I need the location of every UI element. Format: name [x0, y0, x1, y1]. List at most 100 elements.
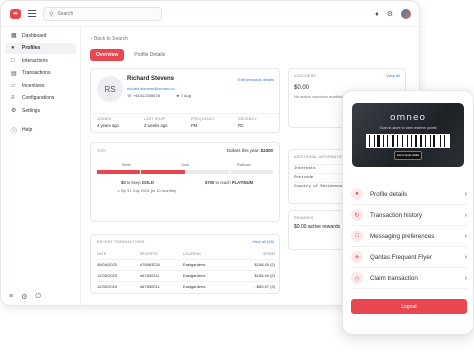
stat-label: Last shop [144, 117, 166, 121]
sidebar-item-interactions[interactable]: □ Interactions [5, 55, 76, 67]
user-avatar[interactable] [401, 9, 411, 19]
cell-location: Eastgardens [182, 269, 232, 282]
tab-overview[interactable]: Overview [90, 49, 125, 61]
cell-date: 12/30/2023 [97, 280, 140, 292]
menu-item-profile-details[interactable]: ● Profile details › [351, 184, 467, 205]
barcode-stripe [427, 135, 429, 147]
tier-goal-reach: $700 to reach PLATINUM [205, 180, 253, 185]
stat-value: PM [191, 123, 198, 128]
sidebar-item-incentives[interactable]: ▱ Incentives [5, 80, 76, 92]
menu-item-label: Qantas Frequent Flyer [370, 253, 432, 261]
gear-icon: ⚙ [11, 108, 17, 115]
profile-card: RS Richard Stevens richard.stevens@omneo… [90, 68, 280, 133]
search-icon: ⚲ [49, 11, 54, 18]
cell-spend: $158.40 (2) [231, 259, 275, 271]
cell-receipt: #67830311 [139, 269, 183, 282]
plane-icon: ✈ [351, 251, 363, 263]
table-row[interactable]: 12/30/2023 #67830311 Eastgardens $158.40… [97, 269, 275, 282]
back-label: Back to Search [94, 36, 128, 42]
barcode-stripe [370, 135, 373, 147]
stat-label: Recency [238, 117, 257, 121]
table-row[interactable]: 12/30/2023 #67830011 Eastgardens -$69.97… [97, 280, 275, 292]
stat-joined: Joined 4 years ago [91, 114, 138, 133]
gear-icon[interactable]: ⚙ [21, 293, 27, 301]
goal-amount: $0 [121, 180, 126, 185]
view-all-transactions-link[interactable]: View all (48) [252, 239, 274, 244]
view-all-vouchers-link[interactable]: View all [386, 73, 400, 78]
goal-level: GOLD [141, 180, 154, 185]
barcode-stripe [375, 135, 377, 147]
profile-email[interactable]: richard.stevens@omneo.io [127, 86, 175, 91]
stat-value: 2 weeks ago [144, 123, 168, 128]
profile-tabs: Overview Profile Details [90, 49, 171, 61]
menu-item-transaction-history[interactable]: ↻ Transaction history › [351, 205, 467, 226]
vouchers-label: Vouchers [294, 74, 316, 78]
omneo-logo[interactable]: ∞ [10, 9, 21, 19]
history-icon: ↻ [351, 209, 363, 221]
sidebar-item-transactions[interactable]: ▤ Transactions [5, 68, 76, 80]
barcode-stripe [413, 135, 415, 147]
sidebar-item-label: Settings [22, 107, 41, 114]
table-row[interactable]: 06/04/2023 #76683234 Eastgardens $158.40… [97, 259, 275, 271]
menu-item-claim-transaction[interactable]: ◇ Claim transaction › [351, 268, 467, 289]
recent-transactions-card: Recent transactions View all (48) Date R… [90, 234, 280, 294]
back-to-search-link[interactable]: ‹ Back to Search [91, 36, 128, 42]
tab-profile-details[interactable]: Profile Details [128, 49, 171, 61]
add-to-wallet-button[interactable]: Add to Apple Wallet [394, 151, 422, 160]
table-header-row: Date Receipts Location Spend [97, 252, 275, 260]
hamburger-menu-icon[interactable] [28, 10, 36, 17]
sidebar-footer: ≡ ⚙ ⏻ [9, 293, 41, 301]
search-input[interactable] [57, 11, 148, 17]
cell-receipt: #76683234 [139, 259, 183, 271]
barcode-stripe [377, 135, 380, 147]
sidebar-item-profiles[interactable]: ● Profiles [5, 42, 76, 54]
message-icon: □ [351, 230, 363, 242]
sidebar-item-dashboard[interactable]: ▦ Dashboard [5, 30, 76, 42]
barcode-stripe [380, 135, 382, 147]
sidebar-item-label: Profiles [22, 45, 41, 52]
barcode-stripe [419, 135, 423, 147]
tier-label: Tier [97, 149, 106, 153]
sliders-icon[interactable]: ≡ [9, 293, 13, 301]
barcode-stripe [423, 135, 425, 147]
sidebar-item-settings[interactable]: ⚙ Settings [5, 105, 76, 117]
menu-item-label: Transaction history [370, 211, 423, 219]
barcode-stripe [385, 135, 387, 147]
menu-item-label: Claim transaction [370, 274, 418, 282]
barcode-stripe [429, 135, 431, 147]
sliders-icon: ≡ [11, 95, 15, 102]
sidebar-spacer [5, 118, 76, 124]
barcode-stripe [403, 135, 407, 147]
gear-icon[interactable]: ⚙ [387, 11, 393, 18]
barcode-stripe [436, 135, 439, 147]
cell-date: 06/04/2023 [97, 259, 140, 271]
tier-level-platinum: Platinum [236, 163, 251, 167]
birthday-value: 7 Aug [180, 93, 191, 98]
barcode-stripe [401, 135, 403, 147]
menu-item-label: Profile details [370, 190, 408, 198]
menu-item-qantas-frequent-flyer[interactable]: ✈ Qantas Frequent Flyer › [351, 247, 467, 268]
progress-segment [97, 170, 141, 174]
barcode-stripe [417, 135, 419, 147]
phone-value: +61412345678 [133, 93, 160, 98]
barcode-stripe [408, 135, 410, 147]
gift-icon: ▱ [11, 83, 16, 90]
tier-deadline: ▱ By 31 July 2024 (in 10 months) [117, 188, 176, 193]
chat-icon: □ [11, 57, 15, 64]
chevron-right-icon: › [464, 274, 467, 282]
edit-personal-details-link[interactable]: Edit personal details [238, 77, 274, 82]
power-icon[interactable]: ⏻ [35, 293, 41, 301]
deadline-text: By 31 July 2024 (in 10 months) [121, 188, 177, 193]
logout-button[interactable]: Logout [351, 299, 467, 314]
menu-item-messaging-preferences[interactable]: □ Messaging preferences › [351, 226, 467, 247]
bell-icon[interactable]: ♦ [375, 11, 379, 18]
barcode-stripe [425, 135, 427, 147]
barcode-stripe [373, 135, 375, 147]
search-box[interactable]: ⚲ [43, 7, 162, 21]
barcode-stripe [395, 135, 397, 147]
sidebar-item-label: Transactions [22, 70, 51, 77]
sidebar-item-help[interactable]: ⓘ Help [5, 125, 76, 137]
chevron-right-icon: › [464, 211, 467, 219]
progress-segment [141, 170, 185, 174]
sidebar-item-configurations[interactable]: ≡ Configurations [5, 93, 76, 105]
